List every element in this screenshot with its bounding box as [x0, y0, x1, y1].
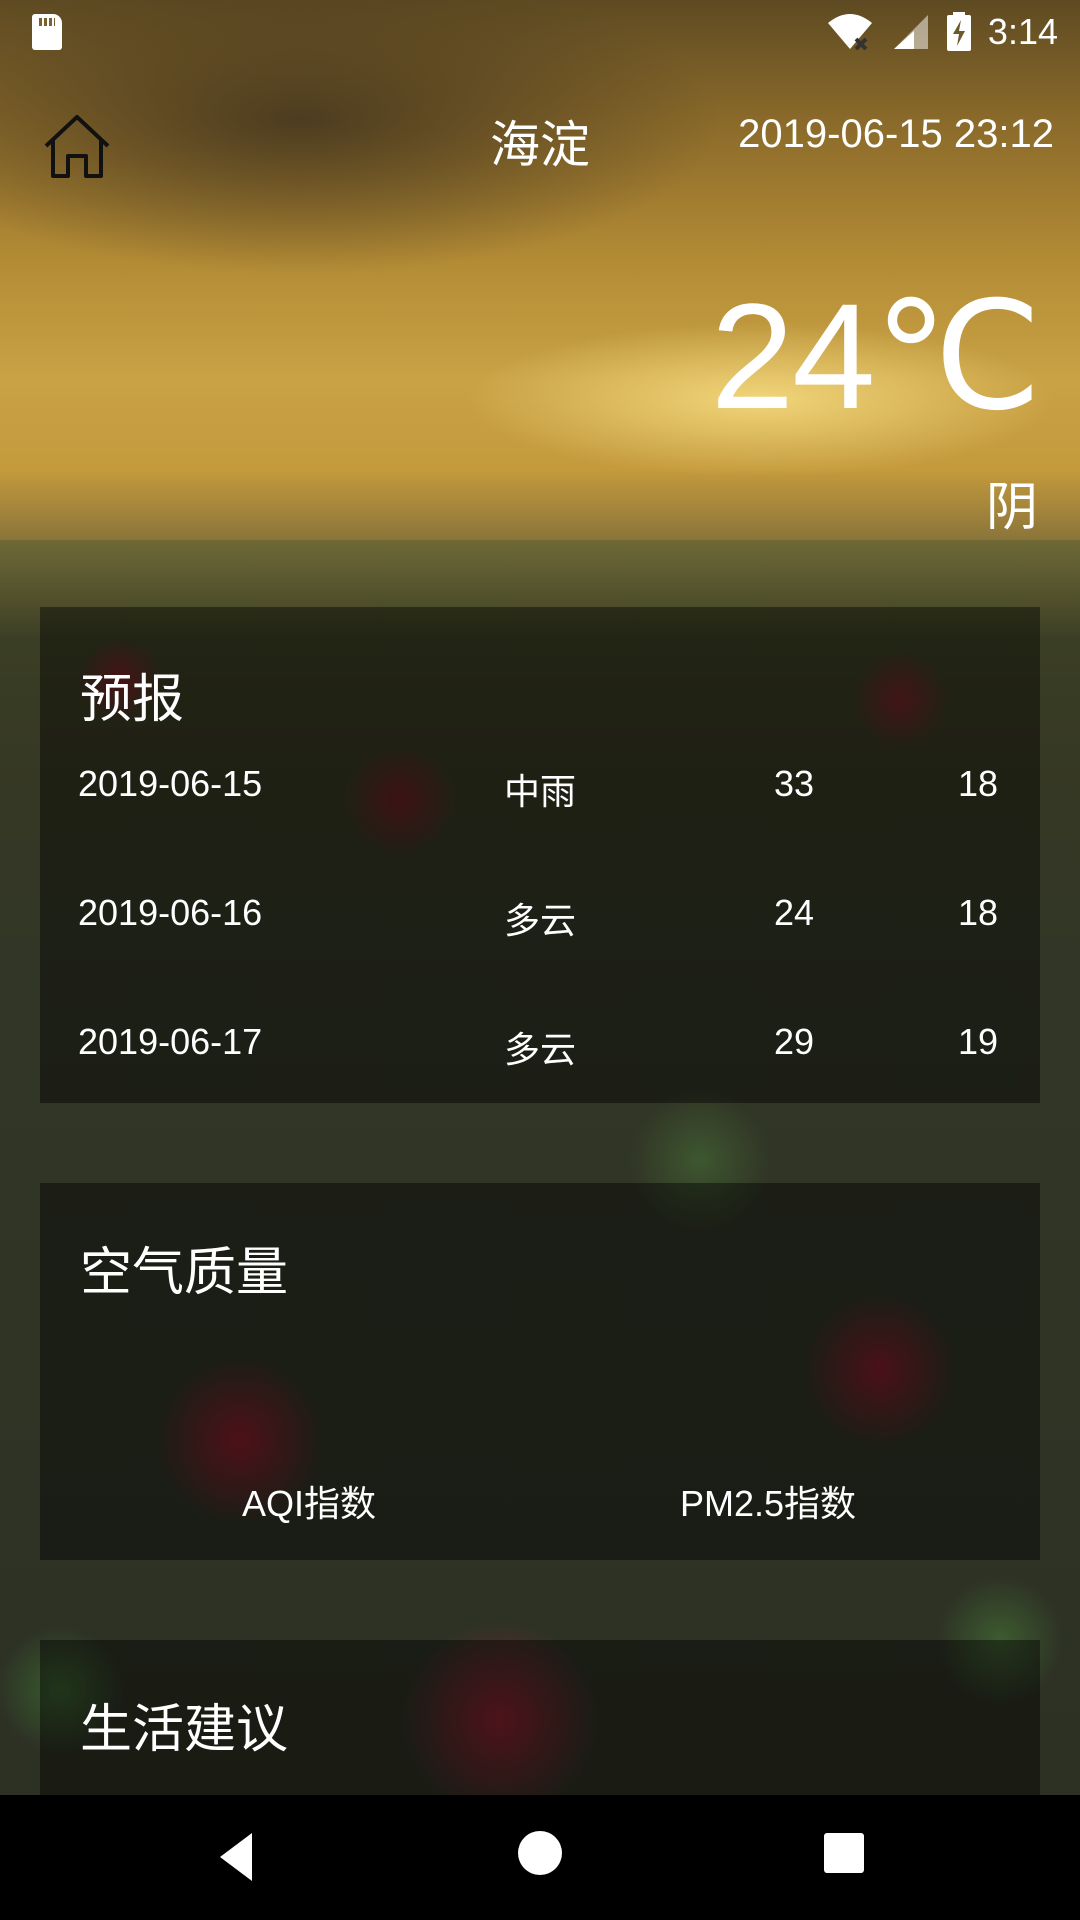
- wifi-off-icon: [827, 13, 872, 50]
- forecast-date: 2019-06-17: [78, 1021, 263, 1062]
- forecast-title: 预报: [80, 670, 185, 730]
- forecast-min-temp: 18: [958, 892, 999, 933]
- forecast-condition: 中雨: [504, 772, 577, 813]
- forecast-condition: 多云: [504, 901, 577, 942]
- forecast-max-temp: 29: [774, 1021, 815, 1062]
- air-quality-panel: 空气质量 AQI指数 PM2.5指数: [40, 1183, 1040, 1560]
- forecast-row: 2019-06-15 中雨 33 18: [40, 763, 1040, 823]
- forecast-min-temp: 18: [958, 763, 999, 804]
- forecast-date: 2019-06-16: [78, 892, 263, 933]
- battery-charging-icon: [946, 11, 971, 51]
- forecast-date: 2019-06-15: [78, 763, 263, 804]
- forecast-max-temp: 33: [774, 763, 815, 804]
- aqi-label: AQI指数: [242, 1483, 377, 1524]
- sd-card-icon: [32, 13, 62, 50]
- suggestion-panel: 生活建议: [40, 1640, 1040, 1795]
- forecast-min-temp: 19: [958, 1021, 999, 1062]
- back-icon[interactable]: [216, 1831, 256, 1883]
- suggestion-title: 生活建议: [80, 1700, 289, 1760]
- status-time: 3:14: [987, 10, 1058, 52]
- signal-icon: [893, 14, 928, 49]
- city-name: 海淀: [490, 116, 590, 174]
- forecast-row: 2019-06-16 多云 24 18: [40, 892, 1040, 952]
- home-circle-icon[interactable]: [518, 1831, 562, 1875]
- status-icons: 3:14: [826, 11, 1058, 53]
- air-quality-title: 空气质量: [80, 1243, 289, 1303]
- status-bar: 3:14: [0, 0, 1080, 63]
- navigation-bar: [0, 1795, 1080, 1920]
- home-button[interactable]: [40, 110, 114, 184]
- home-icon: [44, 115, 110, 178]
- forecast-max-temp: 24: [774, 892, 815, 933]
- update-time: 2019-06-15 23:12: [738, 112, 1054, 156]
- forecast-condition: 多云: [504, 1030, 577, 1071]
- current-temperature: 24℃: [710, 272, 1042, 440]
- forecast-panel: 预报 2019-06-15 中雨 33 18 2019-06-16 多云 24 …: [40, 607, 1040, 1103]
- pm25-label: PM2.5指数: [680, 1483, 857, 1524]
- current-condition: 阴: [985, 478, 1038, 538]
- forecast-row: 2019-06-17 多云 29 19: [40, 1021, 1040, 1081]
- recent-apps-icon[interactable]: [824, 1833, 864, 1873]
